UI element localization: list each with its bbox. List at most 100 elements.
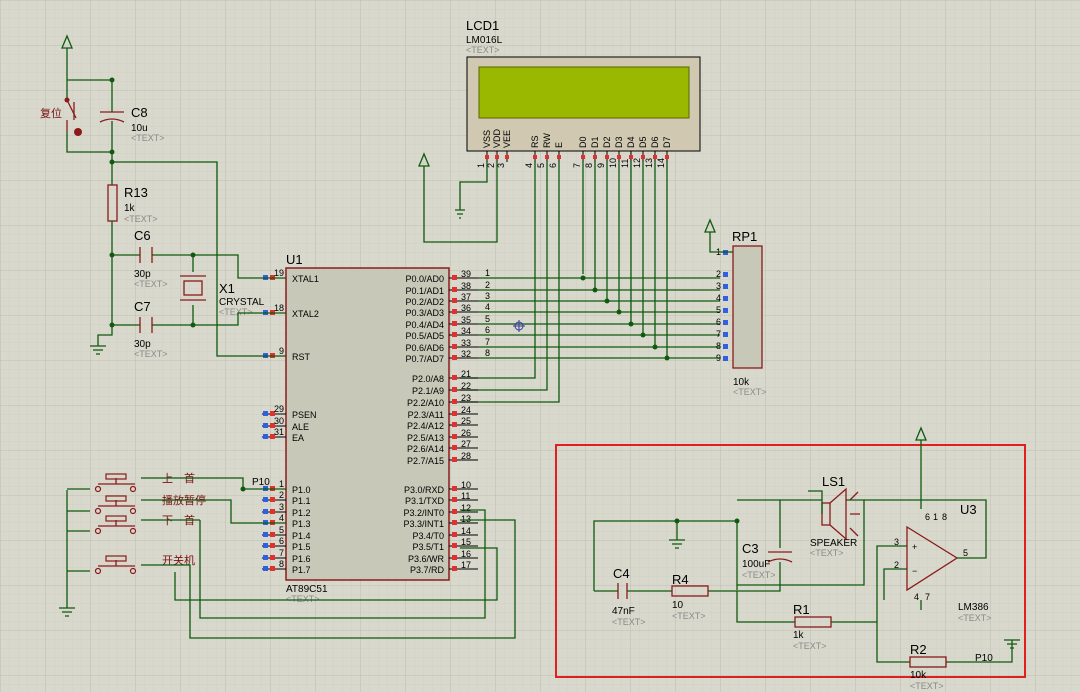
c4-ref: C4 — [613, 566, 630, 581]
lcd-pin-name: D7 — [662, 136, 672, 148]
u1-right-pin-name: P0.4/AD4 — [405, 320, 444, 330]
c4-text: <TEXT> — [612, 617, 646, 627]
u1-pin-marker — [452, 543, 457, 548]
u1-right-pin-name: P3.2/INT0 — [403, 508, 444, 518]
u1-pin-marker — [263, 555, 268, 560]
rp1-pin-number: 5 — [716, 305, 721, 315]
u1-pin-marker — [452, 375, 457, 380]
c8-ref: C8 — [131, 105, 148, 120]
u1-right-pin-name: P2.0/A8 — [412, 374, 444, 384]
rp1-text: <TEXT> — [733, 387, 767, 397]
lcd-pin-name: D1 — [590, 136, 600, 148]
u1-left-pin-name: P1.1 — [292, 496, 311, 506]
u1-left-pin-number: 2 — [279, 490, 284, 500]
p0-net-number: 2 — [485, 280, 490, 290]
lcd-pin-name: VEE — [502, 130, 512, 148]
rp1-pin-number: 7 — [716, 329, 721, 339]
u1-left-pin-number: 5 — [279, 525, 284, 535]
lcd1-text: <TEXT> — [466, 45, 500, 55]
rp1-pin-marker — [723, 308, 728, 313]
u1-right-pin-name: P2.1/A9 — [412, 386, 444, 396]
rp1-pin-marker — [723, 356, 728, 361]
u3-pin-4: 4 — [914, 592, 919, 602]
lcd-pin-number: 8 — [584, 163, 594, 168]
rp1-pin-marker — [723, 272, 728, 277]
r2-ref: R2 — [910, 642, 927, 657]
p10-net-label: P10 — [252, 477, 270, 488]
svg-text:+: + — [912, 542, 917, 552]
u1-pin-marker — [452, 445, 457, 450]
u1-pin-marker — [270, 509, 275, 514]
c3-text: <TEXT> — [742, 570, 776, 580]
u1-pin-marker — [452, 497, 457, 502]
u1-pin-marker — [270, 555, 275, 560]
u1-pin-marker — [452, 344, 457, 349]
u1-pin-marker — [263, 509, 268, 514]
r1-text: <TEXT> — [793, 641, 827, 651]
r4-text: <TEXT> — [672, 611, 706, 621]
u1-right-pin-number: 23 — [461, 393, 471, 403]
u1-right-pin-name: P3.3/INT1 — [403, 519, 444, 529]
r4-ref: R4 — [672, 572, 689, 587]
lcd-pin-number: 11 — [620, 159, 630, 168]
r13-value: 1k — [124, 203, 136, 214]
u1-right-pin-name: P3.5/T1 — [412, 542, 444, 552]
rp1-pin-marker — [723, 284, 728, 289]
u1-pin-marker — [270, 532, 275, 537]
lcd-pin-number: 1 — [476, 163, 486, 168]
lcd-pin-name: RS — [530, 135, 540, 148]
u1-left-pin-number: 4 — [279, 513, 284, 523]
u1-pin-marker — [452, 399, 457, 404]
u1-pin-marker — [270, 497, 275, 502]
u1-right-pin-number: 16 — [461, 549, 471, 559]
u1-right-pin-number: 11 — [461, 491, 470, 501]
u1-pin-marker — [452, 555, 457, 560]
c6-ref: C6 — [134, 228, 151, 243]
u1-pin-marker — [452, 411, 457, 416]
u1-right-pin-name: P0.0/AD0 — [405, 274, 444, 284]
c8-text: <TEXT> — [131, 133, 165, 143]
rp1-pin-marker — [723, 332, 728, 337]
lcd-pin-marker — [505, 155, 509, 159]
u1-pin-marker — [270, 543, 275, 548]
u1-pin-marker — [452, 566, 457, 571]
u1-left-pin-number: 1 — [279, 479, 284, 489]
c3-ref: C3 — [742, 541, 759, 556]
u1-right-pin-number: 38 — [461, 281, 471, 291]
u1-right-pin-number: 22 — [461, 381, 471, 391]
u1-left-pin-name: RST — [292, 352, 311, 362]
lcd-pin-number: 6 — [548, 163, 558, 168]
rp1-pin-number: 9 — [716, 353, 721, 363]
lcd-pin-marker — [593, 155, 597, 159]
lcd-pin-marker — [665, 155, 669, 159]
lcd-pin-number: 7 — [572, 163, 582, 168]
u1-left-pin-name: P1.4 — [292, 531, 311, 541]
u1-pin-marker — [263, 423, 268, 428]
lcd-pin-name: D5 — [638, 136, 648, 148]
lcd-pin-name: VDD — [492, 128, 502, 148]
u1-pin-marker — [452, 509, 457, 514]
u1-pin-marker — [452, 532, 457, 537]
lcd-pin-number: 9 — [596, 163, 606, 168]
u1-right-pin-number: 17 — [461, 560, 471, 570]
lcd-pin-marker — [545, 155, 549, 159]
u1-left-pin-number: 8 — [279, 559, 284, 569]
schematic-canvas: LCD1 LM016L <TEXT> VSS1VDD2VEE3RS4RW5E6D… — [0, 0, 1080, 692]
rp1-ref: RP1 — [732, 229, 757, 244]
rp1-pin-marker — [723, 344, 728, 349]
u1-pin-marker — [263, 543, 268, 548]
p0-net-number: 6 — [485, 325, 490, 335]
lcd-pin-name: D2 — [602, 136, 612, 148]
r4-value: 10 — [672, 600, 684, 611]
u1-left-pin-name: P1.3 — [292, 519, 311, 529]
rp1-pin-number: 2 — [716, 269, 721, 279]
u1-pin-marker — [263, 411, 268, 416]
u3-ref: U3 — [960, 502, 977, 517]
u1-pin-marker — [270, 566, 275, 571]
u1-pin-marker — [452, 486, 457, 491]
u1-right-pin-name: P0.1/AD1 — [405, 286, 444, 296]
rp1-pin-number: 6 — [716, 317, 721, 327]
lcd-pin-marker — [495, 155, 499, 159]
r1-ref: R1 — [793, 602, 810, 617]
u1-ref: U1 — [286, 252, 303, 267]
